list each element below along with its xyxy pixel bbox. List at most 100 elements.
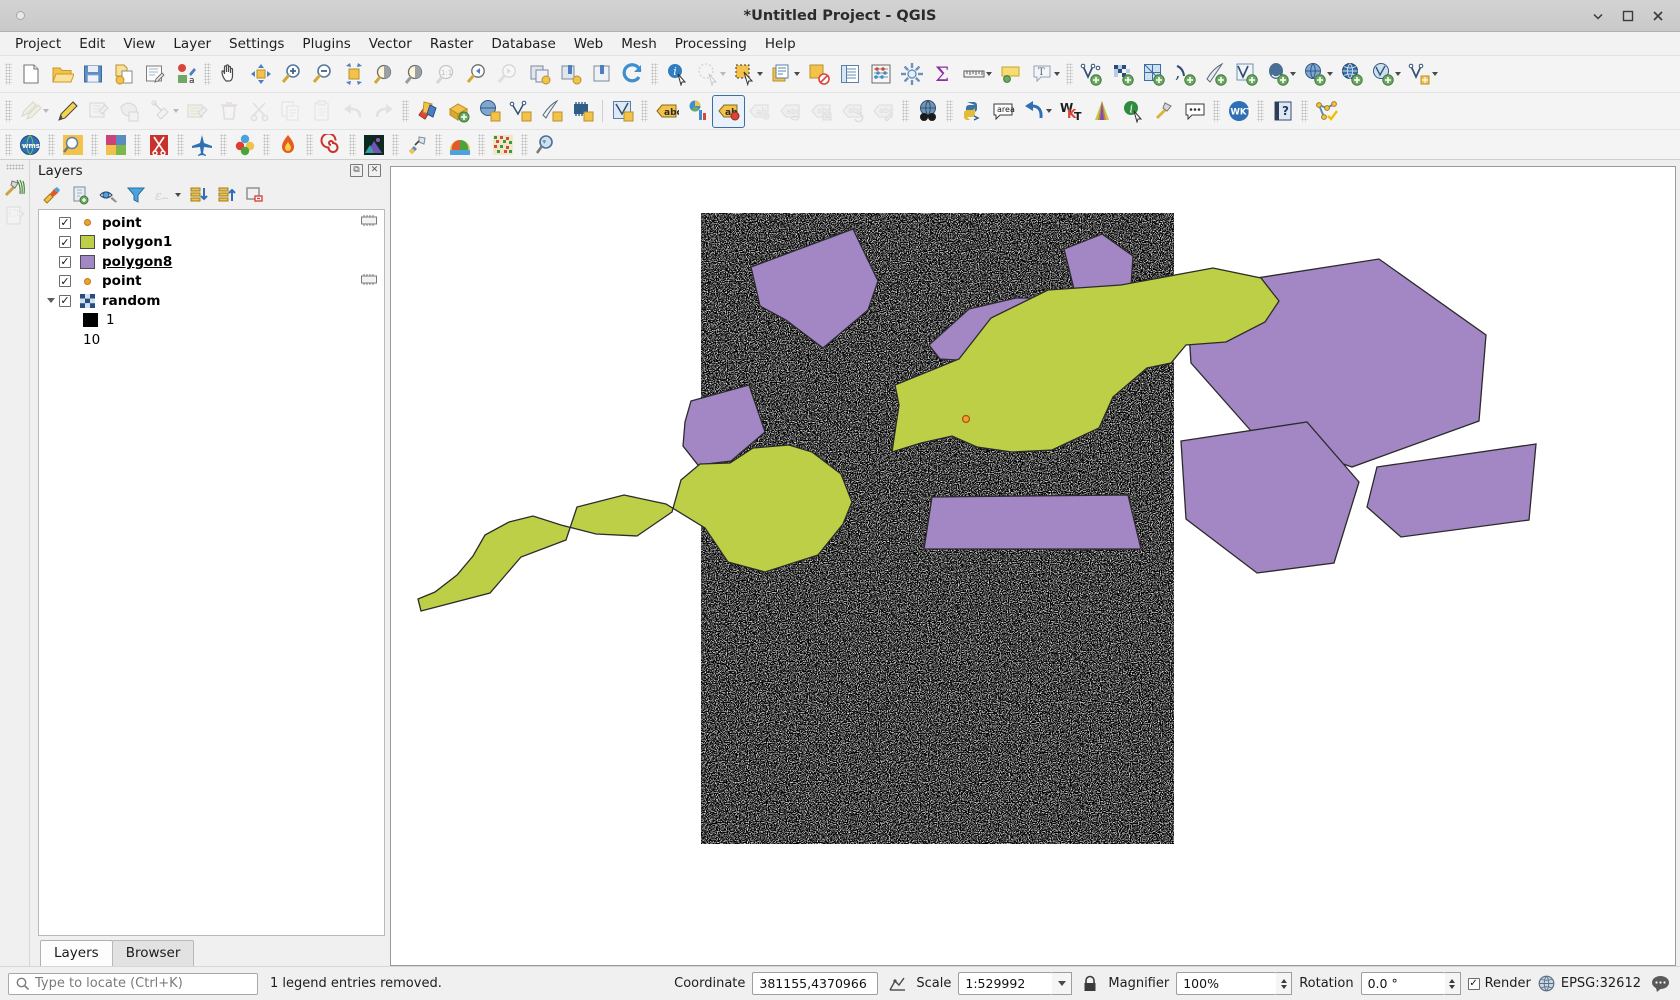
layer-diagram-options-icon[interactable] (682, 96, 713, 127)
satellite-plugin-icon[interactable] (402, 132, 432, 158)
topology-check-icon[interactable] (1311, 96, 1342, 127)
toolbar-grip[interactable] (478, 133, 485, 156)
coordinate-field[interactable]: 381155,4370966 (752, 972, 879, 995)
menu-mesh[interactable]: Mesh (612, 34, 666, 54)
pan-to-selection-icon[interactable] (245, 59, 276, 90)
toolbar-grip[interactable] (392, 133, 399, 156)
layer-visibility-checkbox[interactable] (59, 236, 71, 249)
new-map-view-icon[interactable] (524, 59, 555, 90)
raster-tiles-icon[interactable] (101, 132, 131, 158)
menu-database[interactable]: Database (482, 34, 564, 54)
magnifier-stepper[interactable] (1276, 972, 1293, 995)
topology-snapping-icon[interactable] (505, 96, 536, 127)
paste-features-icon[interactable] (306, 96, 337, 127)
add-wfs-layer-icon[interactable] (1367, 59, 1398, 90)
triangulation-plugin-icon[interactable] (359, 132, 389, 158)
move-label-icon[interactable]: abc (806, 96, 837, 127)
add-polygon-feature-icon[interactable] (114, 96, 145, 127)
add-group-icon[interactable] (66, 183, 93, 207)
menu-view[interactable]: View (114, 34, 164, 54)
raster-snapping-icon[interactable] (474, 96, 505, 127)
new-print-layout-2-icon[interactable] (586, 59, 617, 90)
zoom-last-icon[interactable] (462, 59, 493, 90)
rotation-field[interactable]: 0.0 ° (1360, 972, 1445, 995)
toolbar-grip[interactable] (521, 133, 528, 156)
spiral-plugin-icon[interactable] (316, 132, 346, 158)
zoom-plugin-icon[interactable]: ᵠ (531, 132, 561, 158)
rail-grip[interactable] (5, 164, 24, 170)
info-tool-icon[interactable]: i (1117, 96, 1148, 127)
toolbar-grip[interactable] (641, 100, 648, 122)
toolbar-grip[interactable] (902, 100, 909, 122)
trace-icon[interactable] (607, 96, 638, 127)
vertex-tool-dropdown-icon[interactable] (173, 109, 179, 113)
filter-legend-icon[interactable] (122, 183, 149, 207)
processing-toolbox-icon[interactable] (896, 59, 927, 90)
pan-map-icon[interactable] (214, 59, 245, 90)
flight-plugin-icon[interactable] (187, 132, 217, 158)
add-vector-layer-icon[interactable] (1076, 59, 1107, 90)
toolbar-grip[interactable] (263, 133, 270, 156)
processing-toolbox-icon[interactable] (2, 174, 28, 202)
zoom-native-icon[interactable]: 1:1 (431, 59, 462, 90)
layer-visibility-checkbox[interactable] (59, 294, 71, 307)
change-label-icon[interactable]: abc (868, 96, 899, 127)
cut-plugin-icon[interactable] (144, 132, 174, 158)
show-hide-labels-icon[interactable]: abc (775, 96, 806, 127)
wkt-icon[interactable]: WKT (1223, 96, 1254, 127)
metasearch-icon[interactable] (912, 96, 943, 127)
open-layer-styling-panel-icon[interactable] (38, 183, 65, 207)
locator-search-input[interactable]: Type to locate (Ctrl+K) (8, 972, 258, 995)
select-value-icon[interactable] (766, 59, 797, 90)
zoom-out-icon[interactable] (307, 59, 338, 90)
toolbar-grip[interactable] (220, 133, 227, 156)
cluster-plugin-icon[interactable] (230, 132, 260, 158)
zoom-full-icon[interactable] (338, 59, 369, 90)
zoom-to-selection-icon[interactable] (369, 59, 400, 90)
run-feature-action-icon[interactable] (692, 59, 723, 90)
add-mesh-layer-icon[interactable] (1138, 59, 1169, 90)
expand-all-icon[interactable] (185, 183, 212, 207)
help-icon[interactable]: ? (1267, 96, 1298, 127)
statistical-summary-icon[interactable]: Σ (927, 59, 958, 90)
plugin-builder-icon[interactable] (1148, 96, 1179, 127)
menu-help[interactable]: Help (756, 34, 805, 54)
rotation-spinbox[interactable]: 0.0 ° (1360, 972, 1461, 995)
layer-row-point-1[interactable]: point (39, 213, 384, 233)
menu-layer[interactable]: Layer (164, 34, 220, 54)
delete-selected-icon[interactable] (213, 96, 244, 127)
rotate-label-icon[interactable]: abc (837, 96, 868, 127)
python-console-icon[interactable] (956, 96, 987, 127)
style-manager-icon[interactable]: a (170, 59, 201, 90)
layout-manager-icon[interactable] (2, 202, 28, 230)
save-project-as-icon[interactable] (108, 59, 139, 90)
toolbar-grip[interactable] (5, 63, 12, 85)
pin-labels-icon[interactable]: ab (712, 94, 745, 128)
add-virtual-layer-icon[interactable] (1404, 59, 1435, 90)
raster-indicator-icon[interactable] (360, 273, 378, 290)
new-3d-map-view-icon[interactable] (555, 59, 586, 90)
menu-processing[interactable]: Processing (666, 34, 756, 54)
layer-tree[interactable]: point polygon1 polygon8 (38, 209, 385, 936)
toolbar-grip[interactable] (402, 100, 409, 122)
layer-visibility-checkbox[interactable] (59, 255, 71, 268)
layer-row-polygon8[interactable]: polygon8 (39, 252, 384, 272)
raster-indicator-icon[interactable] (360, 214, 378, 231)
toolbar-grip[interactable] (651, 63, 658, 85)
toolbar-grip[interactable] (1066, 63, 1073, 85)
snapping-toggle-icon[interactable] (412, 96, 443, 127)
toolbar-grip[interactable] (306, 133, 313, 156)
field-calculator-icon[interactable] (865, 59, 896, 90)
render-checkbox-box[interactable]: ✓ (1467, 977, 1480, 990)
advanced-digitizing-icon[interactable] (536, 96, 567, 127)
close-panel-icon[interactable]: ✕ (368, 164, 381, 177)
toolbar-grip[interactable] (134, 133, 141, 156)
add-spatialite-layer-icon[interactable] (1200, 59, 1231, 90)
open-attribute-table-icon[interactable] (834, 59, 865, 90)
layer-expander-toggle[interactable] (43, 298, 59, 304)
current-edits-dropdown-icon[interactable] (43, 109, 49, 113)
toolbar-grip[interactable] (48, 133, 55, 156)
select-features-icon[interactable] (729, 59, 760, 90)
toolbar-grip[interactable] (435, 133, 442, 156)
magnifier-field[interactable]: 100% (1176, 972, 1277, 995)
